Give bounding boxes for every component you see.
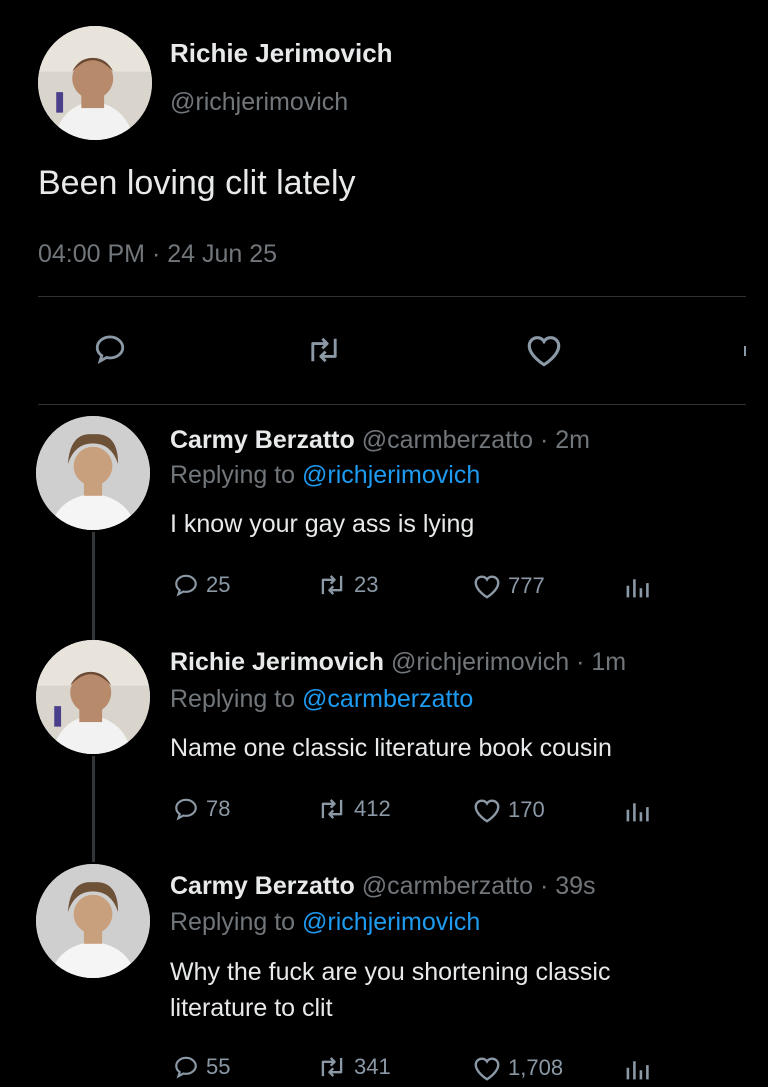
reply-count-value: 78 [206, 796, 231, 821]
reply-icon [95, 335, 125, 364]
avatar-carmy[interactable] [36, 416, 150, 530]
retweet-icon [321, 575, 343, 595]
thread-line [92, 756, 95, 862]
analytics-button[interactable] [624, 1056, 650, 1082]
like-count-value: 1,708 [508, 1055, 564, 1080]
reply-text-line-2: literature to clit [170, 994, 333, 1022]
retweet-count[interactable]: 23 [316, 572, 378, 598]
like-count[interactable]: 170 [472, 796, 545, 824]
replying-to-handle[interactable]: @richjerimovich [302, 908, 480, 936]
retweet-count[interactable]: 412 [316, 796, 391, 822]
reply-count[interactable]: 55 [172, 1054, 230, 1080]
avatar-richie[interactable] [38, 26, 152, 140]
reply-count[interactable]: 25 [172, 572, 230, 598]
reply-author-name[interactable]: Richie Jerimovich [170, 648, 384, 676]
like-icon [474, 575, 500, 599]
reply-author-name[interactable]: Carmy Berzatto [170, 872, 355, 900]
retweet-button[interactable] [304, 334, 344, 371]
divider [38, 296, 746, 297]
like-icon [474, 799, 500, 823]
replying-to-label: Replying to [170, 685, 296, 713]
analytics-button[interactable] [624, 798, 650, 824]
reply-count-value: 55 [206, 1054, 231, 1079]
like-button[interactable] [524, 332, 564, 373]
replying-to-handle[interactable]: @carmberzatto [302, 685, 473, 713]
analytics-icon [626, 803, 649, 822]
replying-to-label: Replying to [170, 461, 296, 489]
reply-text-line-1: Why the fuck are you shortening classic [170, 958, 611, 986]
share-button[interactable] [744, 346, 746, 356]
divider [38, 404, 746, 405]
replying-to-handle[interactable]: @richjerimovich [302, 461, 480, 489]
reply-count[interactable]: 78 [172, 796, 230, 822]
like-icon [527, 336, 561, 367]
reply-text: Name one classic literature book cousin [170, 734, 612, 762]
reply-author-meta[interactable]: @carmberzatto · 2m [362, 426, 590, 454]
main-tweet-timestamp[interactable]: 04:00 PM · 24 Jun 25 [38, 240, 277, 269]
retweet-icon [311, 337, 337, 363]
like-icon [474, 1057, 500, 1081]
main-tweet-text: Been loving clit lately [38, 164, 356, 202]
retweet-count[interactable]: 341 [316, 1054, 391, 1080]
like-count[interactable]: 777 [472, 572, 545, 600]
main-tweet-handle[interactable]: @richjerimovich [170, 88, 348, 117]
retweet-icon [321, 1057, 343, 1077]
reply-author-meta[interactable]: @richjerimovich · 1m [391, 648, 626, 676]
like-count[interactable]: 1,708 [472, 1054, 563, 1082]
replying-to-label: Replying to [170, 908, 296, 936]
reply-count-value: 25 [206, 572, 231, 597]
main-tweet-name[interactable]: Richie Jerimovich [170, 38, 393, 69]
retweet-count-value: 23 [354, 572, 379, 597]
like-count-value: 777 [508, 573, 545, 598]
analytics-icon [626, 579, 649, 598]
reply-author-name[interactable]: Carmy Berzatto [170, 426, 355, 454]
thread-line [92, 532, 95, 640]
reply-text: I know your gay ass is lying [170, 510, 475, 538]
reply-icon [175, 574, 197, 597]
like-count-value: 170 [508, 797, 545, 822]
reply-icon [175, 1056, 197, 1079]
retweet-icon [321, 799, 343, 819]
reply-author-meta[interactable]: @carmberzatto · 39s [362, 872, 596, 900]
analytics-button[interactable] [624, 574, 650, 600]
avatar-richie[interactable] [36, 640, 150, 754]
reply-button[interactable] [92, 332, 128, 371]
retweet-count-value: 412 [354, 796, 391, 821]
avatar-carmy[interactable] [36, 864, 150, 978]
reply-icon [175, 798, 197, 821]
retweet-count-value: 341 [354, 1054, 391, 1079]
analytics-icon [626, 1061, 649, 1080]
